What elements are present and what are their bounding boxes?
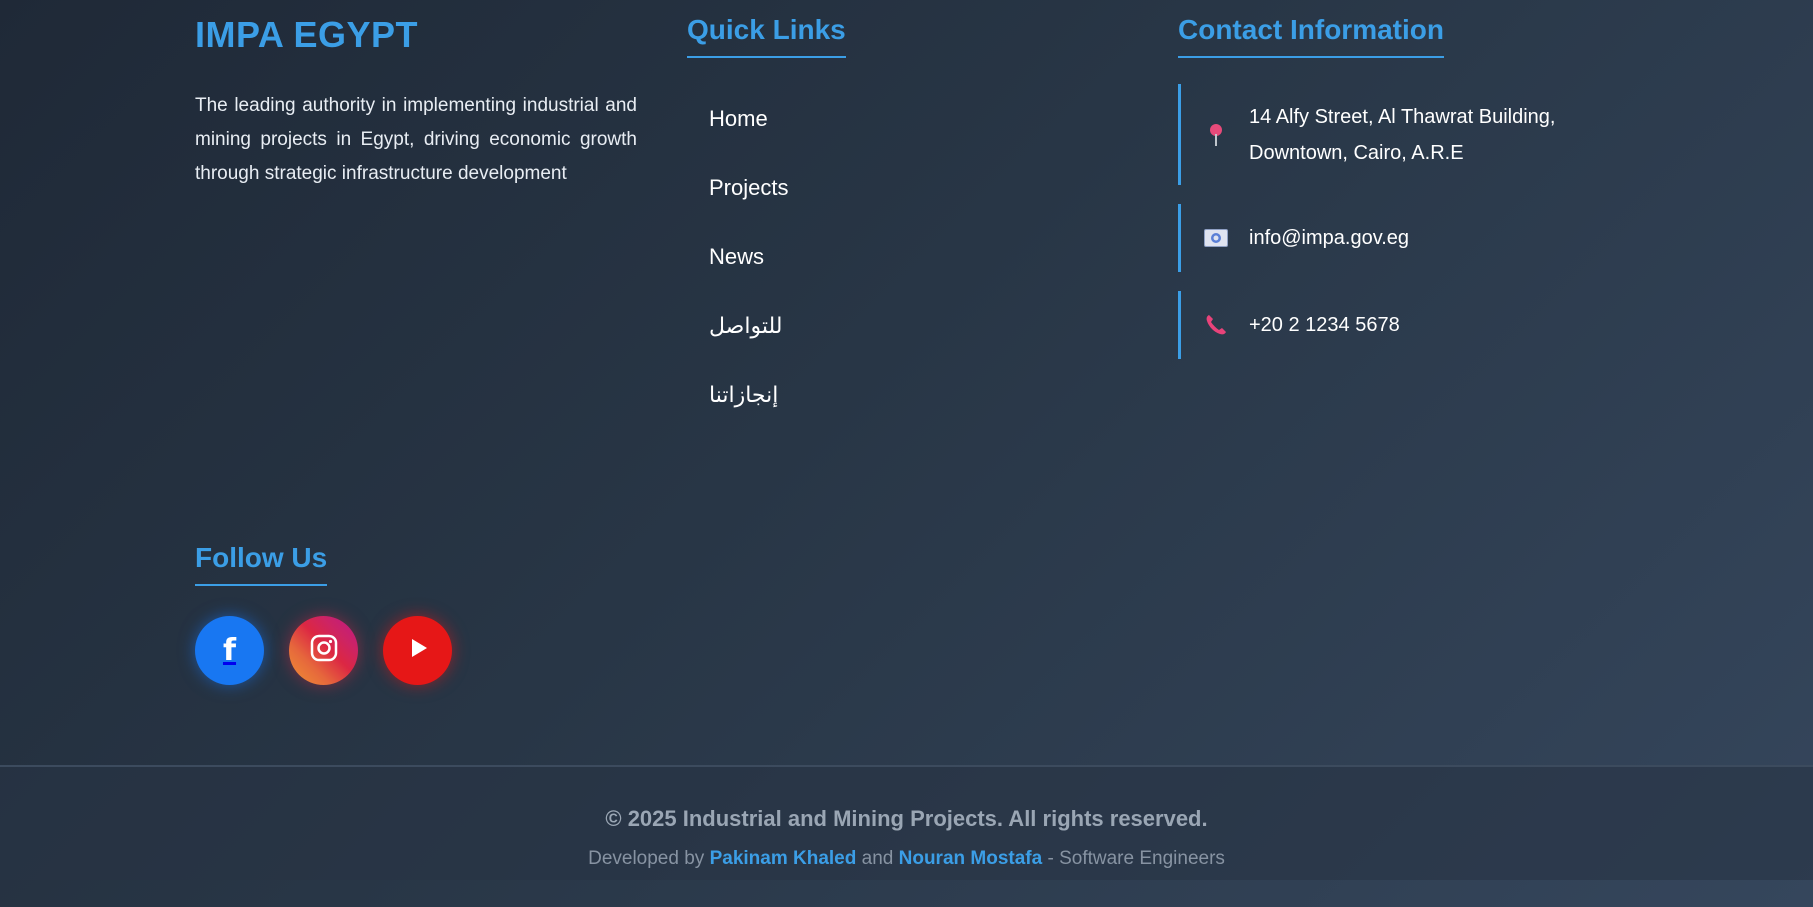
brand-title: IMPA EGYPT bbox=[195, 14, 419, 55]
address-line-2: Downtown, Cairo, A.R.E bbox=[1249, 141, 1464, 164]
quick-link-projects-item: Projects bbox=[687, 153, 1107, 222]
instagram-icon bbox=[310, 634, 338, 667]
youtube-icon bbox=[405, 635, 431, 666]
credits-text: Developed by Pakinam Khaled and Nouran M… bbox=[0, 848, 1813, 870]
contact-list: 14 Alfy Street, Al Thawrat Building, Dow… bbox=[1178, 84, 1638, 359]
facebook-icon: f bbox=[222, 633, 237, 668]
quick-link-home-item: Home bbox=[687, 84, 1107, 153]
address-line-1: 14 Alfy Street, Al Thawrat Building, bbox=[1249, 105, 1556, 128]
quick-link-achievements-item: إنجازاتنا bbox=[687, 360, 1107, 429]
quick-link-news[interactable]: News bbox=[709, 244, 764, 270]
quick-links-heading: Quick Links bbox=[687, 14, 846, 58]
quick-link-news-item: News bbox=[687, 222, 1107, 291]
quick-link-contact[interactable]: للتواصل bbox=[709, 313, 782, 339]
phone-text[interactable]: +20 2 1234 5678 bbox=[1249, 307, 1400, 343]
about-column: IMPA EGYPT The leading authority in impl… bbox=[195, 14, 637, 191]
quick-link-home[interactable]: Home bbox=[709, 106, 768, 132]
role-label: - Software Engineers bbox=[1047, 848, 1225, 869]
brand-description: The leading authority in implementing in… bbox=[195, 95, 637, 184]
contact-email: info@impa.gov.eg bbox=[1178, 204, 1638, 272]
contact-column: Contact Information 14 Alfy Street, Al T… bbox=[1178, 14, 1638, 378]
quick-link-achievements[interactable]: إنجازاتنا bbox=[709, 382, 778, 408]
address-text: 14 Alfy Street, Al Thawrat Building, Dow… bbox=[1249, 99, 1555, 171]
phone-icon bbox=[1203, 312, 1229, 338]
quick-link-projects[interactable]: Projects bbox=[709, 175, 788, 201]
quick-link-contact-item: للتواصل bbox=[687, 291, 1107, 360]
instagram-button[interactable] bbox=[289, 616, 358, 685]
copyright-text: © 2025 Industrial and Mining Projects. A… bbox=[605, 806, 1208, 831]
developed-by-label: Developed by bbox=[588, 848, 705, 869]
and-label: and bbox=[861, 848, 894, 869]
contact-heading: Contact Information bbox=[1178, 14, 1444, 58]
contact-phone: +20 2 1234 5678 bbox=[1178, 291, 1638, 359]
footer-bottom: © 2025 Industrial and Mining Projects. A… bbox=[0, 767, 1813, 880]
developer-2-link[interactable]: Nouran Mostafa bbox=[899, 848, 1043, 869]
email-text[interactable]: info@impa.gov.eg bbox=[1249, 220, 1409, 256]
pin-icon bbox=[1203, 122, 1229, 148]
email-icon bbox=[1203, 225, 1229, 251]
follow-heading: Follow Us bbox=[195, 542, 328, 586]
footer-main: IMPA EGYPT The leading authority in impl… bbox=[0, 0, 1813, 766]
contact-address: 14 Alfy Street, Al Thawrat Building, Dow… bbox=[1178, 84, 1638, 185]
quick-links-column: Quick Links Home Projects News للتواصل إ… bbox=[687, 14, 1107, 429]
quick-links-list: Home Projects News للتواصل إنجازاتنا bbox=[687, 84, 1107, 429]
facebook-button[interactable]: f bbox=[195, 616, 264, 685]
developer-1-link[interactable]: Pakinam Khaled bbox=[710, 848, 857, 869]
follow-column: Follow Us f bbox=[195, 542, 452, 685]
social-links: f bbox=[195, 616, 452, 685]
youtube-button[interactable] bbox=[383, 616, 452, 685]
